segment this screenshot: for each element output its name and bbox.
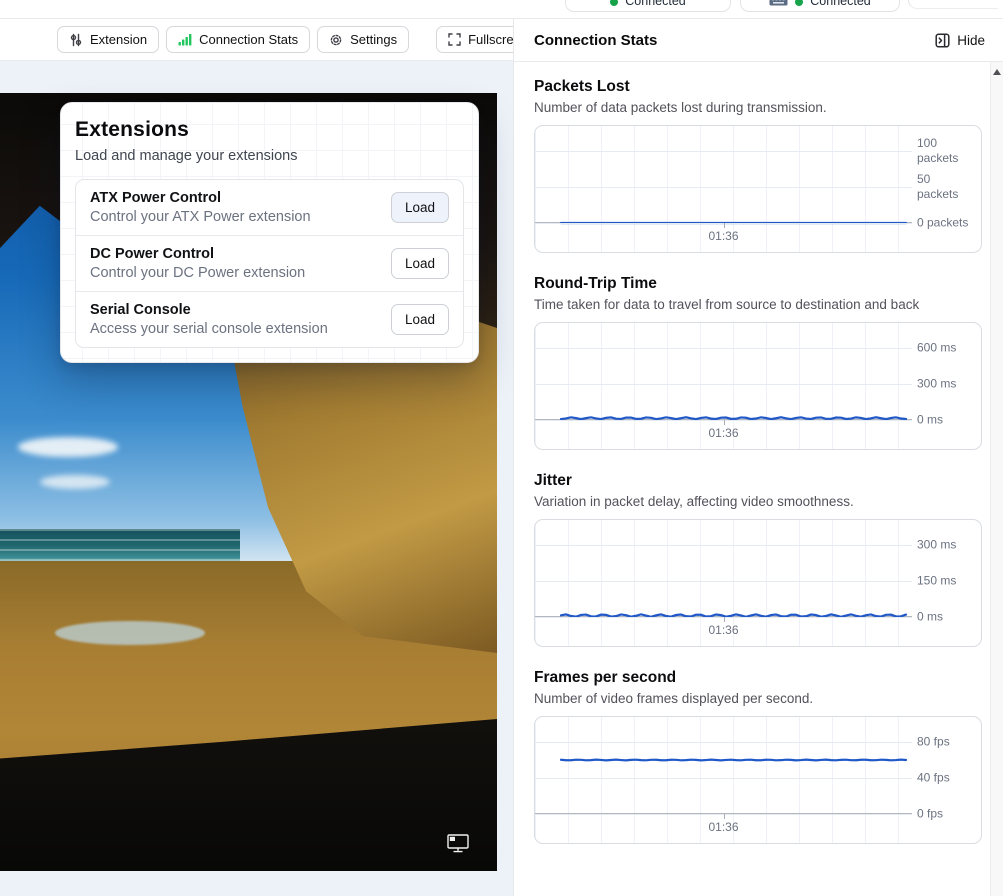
stat-title: Jitter xyxy=(534,472,982,490)
x-axis-label: 01:36 xyxy=(708,426,738,440)
connection-stats-button[interactable]: Connection Stats xyxy=(166,26,310,53)
signal-bars-icon xyxy=(178,33,192,46)
stat-subtitle: Number of video frames displayed per sec… xyxy=(534,691,982,706)
remote-view-column: Extension Connection Stats xyxy=(0,19,513,896)
extension-button[interactable]: Extension xyxy=(57,26,159,53)
popover-subtitle: Load and manage your extensions xyxy=(75,148,464,164)
status-label: Connected xyxy=(625,0,685,8)
extension-row-atx: ATX Power Control Control your ATX Power… xyxy=(76,180,463,235)
gear-icon xyxy=(329,33,343,47)
button-label: Extension xyxy=(90,32,147,47)
stat-title: Packets Lost xyxy=(534,78,982,96)
extension-row-serial: Serial Console Access your serial consol… xyxy=(76,291,463,347)
panel-scrollbar[interactable] xyxy=(990,62,1003,896)
top-bar: Connected Connected xyxy=(0,0,1003,19)
x-axis-label: 01:36 xyxy=(708,229,738,243)
scroll-up-arrow-icon[interactable] xyxy=(993,69,1001,75)
packets-lost-chart: 01:36 100 packets 50 packets 0 packets xyxy=(534,125,982,253)
virtual-display-icon[interactable] xyxy=(447,834,469,853)
jitter-section: Jitter Variation in packet delay, affect… xyxy=(534,472,982,647)
video-cloud xyxy=(18,437,118,457)
fullscreen-icon xyxy=(448,33,461,46)
stat-subtitle: Time taken for data to travel from sourc… xyxy=(534,297,982,312)
packets-lost-section: Packets Lost Number of data packets lost… xyxy=(534,78,982,253)
stats-panel-title: Connection Stats xyxy=(534,32,657,49)
load-atx-button[interactable]: Load xyxy=(391,192,449,223)
extensions-popover: Extensions Load and manage your extensio… xyxy=(60,102,479,363)
button-label: Connection Stats xyxy=(199,32,298,47)
load-dc-button[interactable]: Load xyxy=(391,248,449,279)
status-label: Connected xyxy=(810,0,870,8)
x-axis-label: 01:36 xyxy=(708,623,738,637)
y-axis-labels: 80 fps 40 fps 0 fps xyxy=(917,717,972,843)
stat-title: Frames per second xyxy=(534,669,982,687)
extension-row-dc: DC Power Control Control your DC Power e… xyxy=(76,235,463,291)
panel-collapse-icon xyxy=(935,33,950,48)
stat-title: Round-Trip Time xyxy=(534,275,982,293)
y-axis-labels: 100 packets 50 packets 0 packets xyxy=(917,126,972,252)
x-axis-tick xyxy=(724,617,725,622)
stat-subtitle: Number of data packets lost during trans… xyxy=(534,100,982,115)
x-axis-tick xyxy=(724,814,725,819)
x-axis-tick xyxy=(724,420,725,425)
load-serial-button[interactable]: Load xyxy=(391,304,449,335)
extension-name: ATX Power Control xyxy=(90,190,311,206)
video-cloud xyxy=(40,475,110,489)
cutoff-badge-fragment xyxy=(908,0,998,9)
video-ocean xyxy=(0,529,240,565)
extensions-list: ATX Power Control Control your ATX Power… xyxy=(75,179,464,348)
settings-button[interactable]: Settings xyxy=(317,26,409,53)
status-dot-icon xyxy=(610,0,618,6)
toolbar: Extension Connection Stats xyxy=(0,19,513,61)
jitter-chart: 01:36 300 ms 150 ms 0 ms xyxy=(534,519,982,647)
video-tide-pool xyxy=(55,621,205,645)
x-axis-label: 01:36 xyxy=(708,820,738,834)
extension-name: DC Power Control xyxy=(90,246,305,262)
y-axis-labels: 600 ms 300 ms 0 ms xyxy=(917,323,972,449)
app-root: Connected Connected xyxy=(0,0,1003,896)
status-dot-icon xyxy=(795,0,803,6)
y-axis-labels: 300 ms 150 ms 0 ms xyxy=(917,520,972,646)
popover-title: Extensions xyxy=(75,118,464,142)
extension-description: Access your serial console extension xyxy=(90,321,328,337)
video-area: Extensions Load and manage your extensio… xyxy=(0,61,513,896)
extension-name: Serial Console xyxy=(90,302,328,318)
stats-panel-header: Connection Stats Hide xyxy=(514,19,1003,62)
extension-description: Control your ATX Power extension xyxy=(90,209,311,225)
connection-stats-panel: Connection Stats Hide Packets Lost Numbe… xyxy=(513,19,1003,896)
stats-panel-body: Packets Lost Number of data packets lost… xyxy=(514,62,1003,844)
x-axis-tick xyxy=(724,223,725,228)
fps-chart: 01:36 80 fps 40 fps 0 fps xyxy=(534,716,982,844)
hide-panel-button[interactable]: Hide xyxy=(935,33,985,48)
hid-status-badge[interactable]: Connected xyxy=(740,0,900,12)
video-status-badge[interactable]: Connected xyxy=(565,0,731,12)
fps-section: Frames per second Number of video frames… xyxy=(534,669,982,844)
round-trip-time-chart: 01:36 600 ms 300 ms 0 ms xyxy=(534,322,982,450)
button-label: Settings xyxy=(350,32,397,47)
sliders-icon xyxy=(69,33,83,47)
stat-subtitle: Variation in packet delay, affecting vid… xyxy=(534,494,982,509)
hide-label: Hide xyxy=(957,33,985,48)
keyboard-icon xyxy=(769,0,788,6)
round-trip-time-section: Round-Trip Time Time taken for data to t… xyxy=(534,275,982,450)
extension-description: Control your DC Power extension xyxy=(90,265,305,281)
